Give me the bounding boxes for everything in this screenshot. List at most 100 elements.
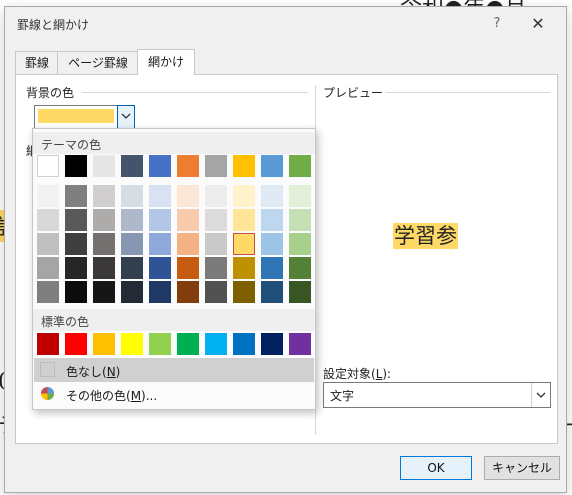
- theme-color-swatch[interactable]: [65, 155, 87, 177]
- no-color-label: 色なし(N): [66, 365, 121, 379]
- theme-shade-swatch[interactable]: [289, 185, 311, 207]
- theme-shade-swatch[interactable]: [93, 209, 115, 231]
- theme-shade-swatch[interactable]: [177, 185, 199, 207]
- theme-shade-swatch[interactable]: [121, 209, 143, 231]
- theme-shade-swatch[interactable]: [205, 281, 227, 303]
- theme-shade-swatch[interactable]: [233, 257, 255, 279]
- standard-color-swatch[interactable]: [93, 333, 115, 355]
- theme-shade-swatch[interactable]: [289, 209, 311, 231]
- apply-to-label: 設定対象(L):: [323, 367, 392, 381]
- standard-color-swatch[interactable]: [37, 333, 59, 355]
- standard-color-swatch[interactable]: [233, 333, 255, 355]
- theme-shade-swatch[interactable]: [205, 209, 227, 231]
- theme-shade-swatch[interactable]: [37, 185, 59, 207]
- theme-shade-swatch[interactable]: [37, 209, 59, 231]
- standard-color-swatch[interactable]: [65, 333, 87, 355]
- preview-sample-text: 学習参: [393, 223, 458, 249]
- theme-shade-swatch[interactable]: [93, 257, 115, 279]
- background-color-picker[interactable]: [34, 105, 135, 129]
- theme-shade-swatch[interactable]: [177, 209, 199, 231]
- theme-shade-swatch[interactable]: [93, 281, 115, 303]
- theme-shade-swatch[interactable]: [37, 281, 59, 303]
- theme-color-swatch[interactable]: [233, 155, 255, 177]
- theme-shade-swatch[interactable]: [233, 233, 255, 255]
- theme-color-swatch[interactable]: [121, 155, 143, 177]
- chevron-down-icon[interactable]: [117, 105, 135, 129]
- dialog-title: 罫線と網かけ: [17, 18, 90, 32]
- theme-shade-swatch[interactable]: [261, 257, 283, 279]
- theme-shade-swatch[interactable]: [121, 281, 143, 303]
- standard-color-swatch[interactable]: [205, 333, 227, 355]
- tab-borders[interactable]: 罫線: [15, 51, 59, 74]
- theme-color-swatch[interactable]: [149, 155, 171, 177]
- theme-shade-swatch[interactable]: [121, 257, 143, 279]
- theme-shade-swatch[interactable]: [289, 281, 311, 303]
- theme-shade-swatch[interactable]: [65, 185, 87, 207]
- chevron-down-icon[interactable]: [531, 383, 550, 407]
- help-button[interactable]: ?: [485, 13, 509, 35]
- theme-shade-swatch[interactable]: [233, 209, 255, 231]
- theme-shade-swatch[interactable]: [65, 257, 87, 279]
- preview-area: 学習参: [367, 167, 517, 317]
- theme-shade-swatch[interactable]: [37, 233, 59, 255]
- theme-colors-header: テーマの色: [33, 132, 315, 154]
- group-divider: [386, 92, 550, 93]
- standard-color-swatch[interactable]: [177, 333, 199, 355]
- theme-shade-swatch[interactable]: [65, 281, 87, 303]
- theme-color-swatch[interactable]: [289, 155, 311, 177]
- group-divider: [82, 92, 308, 93]
- theme-shade-swatch[interactable]: [149, 233, 171, 255]
- theme-shade-swatch[interactable]: [261, 185, 283, 207]
- theme-shade-swatch[interactable]: [149, 209, 171, 231]
- theme-shade-swatch[interactable]: [289, 257, 311, 279]
- theme-color-swatch[interactable]: [205, 155, 227, 177]
- theme-shade-swatch[interactable]: [121, 185, 143, 207]
- more-colors-item[interactable]: その他の色(M)...: [34, 382, 314, 406]
- preview-label: プレビュー: [323, 86, 384, 100]
- color-picker-dropdown: テーマの色 標準の色 色なし(N) その他の色(M)...: [32, 128, 316, 410]
- theme-shade-swatch[interactable]: [65, 233, 87, 255]
- theme-shade-swatch[interactable]: [65, 209, 87, 231]
- cancel-button[interactable]: キャンセル: [484, 456, 560, 480]
- theme-shade-swatch[interactable]: [93, 185, 115, 207]
- theme-shade-swatch[interactable]: [205, 233, 227, 255]
- theme-color-swatch[interactable]: [261, 155, 283, 177]
- theme-shade-swatch[interactable]: [261, 209, 283, 231]
- theme-colors-title: テーマの色: [41, 138, 102, 152]
- theme-shade-swatch[interactable]: [149, 281, 171, 303]
- standard-color-swatch[interactable]: [289, 333, 311, 355]
- tab-page-borders[interactable]: ページ罫線: [57, 51, 139, 74]
- theme-shade-swatch[interactable]: [121, 233, 143, 255]
- theme-shade-swatch[interactable]: [289, 233, 311, 255]
- standard-colors-header: 標準の色: [33, 309, 315, 331]
- apply-to-select[interactable]: 文字: [323, 382, 551, 408]
- theme-shade-swatch[interactable]: [177, 257, 199, 279]
- standard-color-swatch[interactable]: [121, 333, 143, 355]
- theme-shade-swatch[interactable]: [205, 257, 227, 279]
- no-color-item[interactable]: 色なし(N): [34, 358, 314, 382]
- theme-shade-swatch[interactable]: [149, 257, 171, 279]
- theme-shade-swatch[interactable]: [93, 233, 115, 255]
- current-color-swatch: [38, 109, 114, 123]
- apply-to-value: 文字: [330, 389, 355, 403]
- theme-shade-swatch[interactable]: [233, 281, 255, 303]
- standard-color-swatch[interactable]: [149, 333, 171, 355]
- theme-shade-swatch[interactable]: [261, 233, 283, 255]
- standard-colors-title: 標準の色: [41, 315, 90, 329]
- ok-button[interactable]: OK: [400, 456, 472, 480]
- theme-shade-swatch[interactable]: [177, 281, 199, 303]
- dialog-titlebar[interactable]: 罫線と網かけ ? ✕: [5, 7, 566, 39]
- theme-color-swatch[interactable]: [177, 155, 199, 177]
- theme-shade-swatch[interactable]: [205, 185, 227, 207]
- standard-color-swatch[interactable]: [261, 333, 283, 355]
- theme-shade-swatch[interactable]: [177, 233, 199, 255]
- theme-shade-swatch[interactable]: [261, 281, 283, 303]
- theme-shade-swatch[interactable]: [37, 257, 59, 279]
- tab-shading[interactable]: 網かけ: [137, 49, 195, 75]
- close-button[interactable]: ✕: [525, 13, 551, 35]
- theme-shade-swatch[interactable]: [233, 185, 255, 207]
- theme-shade-swatch[interactable]: [149, 185, 171, 207]
- theme-color-swatch[interactable]: [37, 155, 59, 177]
- theme-color-swatch[interactable]: [93, 155, 115, 177]
- more-colors-label: その他の色(M)...: [66, 389, 158, 403]
